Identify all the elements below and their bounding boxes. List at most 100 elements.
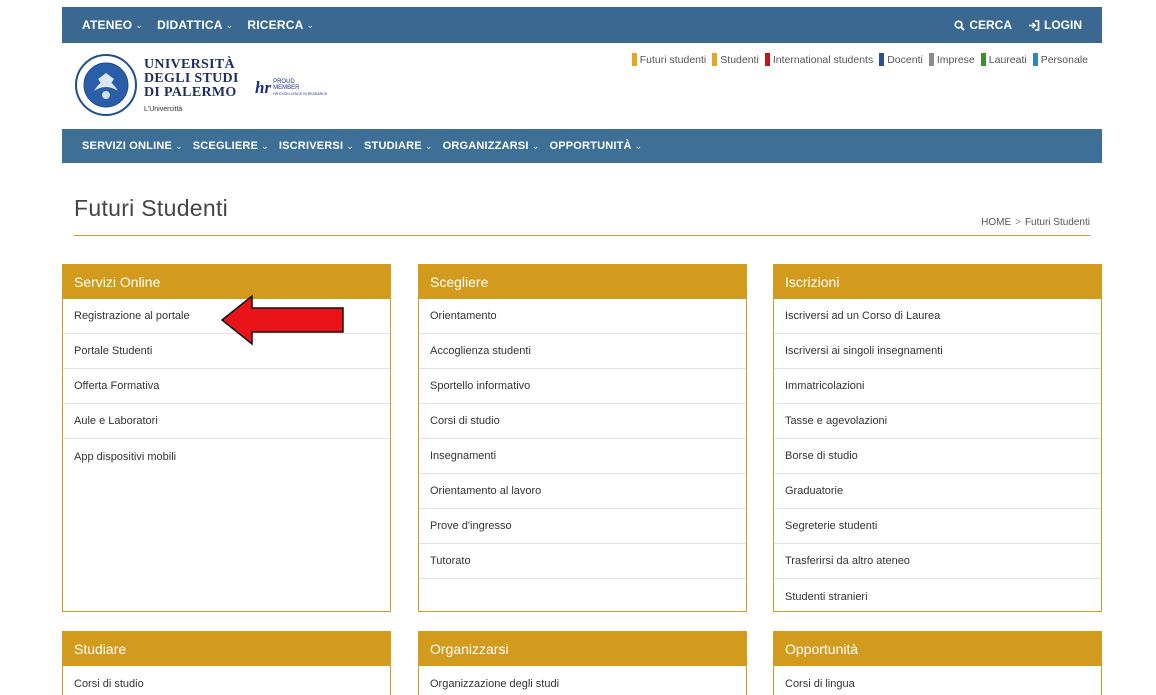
login-label: LOGIN <box>1044 18 1082 32</box>
chevron-down-icon: ⌄ <box>135 19 144 30</box>
audience-links: Futuri studenti Studenti International s… <box>631 53 1088 66</box>
audience-label: Laureati <box>988 53 1027 66</box>
card-link[interactable]: Iscriversi ad un Corso di Laurea <box>774 299 1101 334</box>
card-link[interactable]: Orientamento <box>419 299 746 334</box>
audience-personale[interactable]: Personale <box>1032 53 1088 66</box>
top-bar: ATENEO ⌄ DIDATTICA ⌄ RICERCA ⌄ CERCA LOG… <box>62 7 1102 43</box>
chevron-down-icon: ⌄ <box>634 140 643 151</box>
card-title: Organizzarsi <box>419 632 746 666</box>
card-link[interactable]: Iscriversi ai singoli insegnamenti <box>774 334 1101 369</box>
main-nav-label: SCEGLIERE <box>192 140 259 152</box>
main-nav-label: OPPORTUNITÀ <box>549 140 632 152</box>
main-nav-organizzarsi[interactable]: ORGANIZZARSI ⌄ <box>443 140 540 152</box>
search-link[interactable]: CERCA <box>954 18 1012 32</box>
title-divider <box>74 235 1090 236</box>
card-scegliere: Scegliere Orientamento Accoglienza stude… <box>418 264 747 612</box>
card-link[interactable]: Organizzazione degli studi <box>419 666 746 695</box>
top-nav-ricerca[interactable]: RICERCA ⌄ <box>247 18 314 32</box>
audience-laureati[interactable]: Laureati <box>980 53 1027 66</box>
card-link[interactable]: Immatricolazioni <box>774 369 1101 404</box>
site-header: UNIVERSITÀ DEGLI STUDI DI PALERMO L'Univ… <box>62 43 1102 129</box>
card-title: Opportunità <box>774 632 1101 666</box>
logo-tagline: L'Univercittà <box>144 105 183 113</box>
card-link[interactable]: Insegnamenti <box>419 439 746 474</box>
top-nav-didattica[interactable]: DIDATTICA ⌄ <box>157 18 233 32</box>
card-link[interactable]: Studenti stranieri <box>774 579 1101 614</box>
top-nav-label: DIDATTICA <box>157 18 223 32</box>
breadcrumb-current: Futuri Studenti <box>1024 217 1090 228</box>
card-link[interactable]: Segreterie studenti <box>774 509 1101 544</box>
card-organizzarsi: Organizzarsi Organizzazione degli studi <box>418 631 747 695</box>
card-link[interactable]: Corsi di lingua <box>774 666 1101 695</box>
card-link[interactable]: Graduatorie <box>774 474 1101 509</box>
main-nav-items: SERVIZI ONLINE ⌄ SCEGLIERE ⌄ ISCRIVERSI ⌄ S… <box>82 129 642 163</box>
audience-label: Personale <box>1040 53 1088 66</box>
audience-international-students[interactable]: International students <box>764 53 873 66</box>
logo-line-2: DEGLI STUDI <box>144 70 239 86</box>
card-opportunita: Opportunità Corsi di lingua <box>773 631 1102 695</box>
card-link[interactable]: Sportello informativo <box>419 369 746 404</box>
card-link[interactable]: Tutorato <box>419 544 746 579</box>
red-arrow-annotation <box>220 294 344 346</box>
audience-label: Docenti <box>887 53 923 66</box>
logo-line-3: DI PALERMO <box>144 84 237 100</box>
main-nav-opportunita[interactable]: OPPORTUNITÀ ⌄ <box>549 140 642 152</box>
audience-label: Imprese <box>936 53 975 66</box>
breadcrumb-separator: > <box>1015 217 1021 228</box>
top-nav-label: ATENEO <box>82 18 133 32</box>
card-link[interactable]: Tasse e agevolazioni <box>774 404 1101 439</box>
chevron-down-icon: ⌄ <box>225 19 234 30</box>
card-title: Scegliere <box>419 265 746 299</box>
card-link[interactable]: Corsi di studio <box>63 666 390 695</box>
breadcrumb: HOME > Futuri Studenti <box>981 217 1090 228</box>
audience-futuri-studenti[interactable]: Futuri studenti <box>631 53 707 66</box>
card-link[interactable]: Trasferirsi da altro ateneo <box>774 544 1101 579</box>
audience-docenti[interactable]: Docenti <box>879 53 923 66</box>
main-nav-scegliere[interactable]: SCEGLIERE ⌄ <box>193 140 269 152</box>
main-nav-label: SERVIZI ONLINE <box>82 140 172 152</box>
audience-color-bar <box>631 53 637 66</box>
hr-text: PROUD MEMBER HR EXCELLENCE IN RESEARCH <box>273 79 327 97</box>
page-title: Futuri Studenti <box>74 195 229 221</box>
chevron-down-icon: ⌄ <box>306 19 315 30</box>
breadcrumb-home[interactable]: HOME <box>981 217 1011 228</box>
card-link[interactable]: Aule e Laboratori <box>63 404 390 439</box>
audience-color-bar <box>712 53 718 66</box>
audience-imprese[interactable]: Imprese <box>928 53 975 66</box>
card-link[interactable]: Corsi di studio <box>419 404 746 439</box>
card-title: Iscrizioni <box>774 265 1101 299</box>
card-link[interactable]: App dispositivi mobili <box>63 439 390 474</box>
card-link[interactable]: Prove d'ingresso <box>419 509 746 544</box>
chevron-down-icon: ⌄ <box>261 140 269 151</box>
audience-color-bar <box>879 53 885 66</box>
search-icon <box>954 19 966 31</box>
card-link[interactable]: Borse di studio <box>774 439 1101 474</box>
audience-color-bar <box>1032 53 1038 66</box>
main-nav-studiare[interactable]: STUDIARE ⌄ <box>364 140 433 152</box>
chevron-down-icon: ⌄ <box>346 140 354 151</box>
audience-studenti[interactable]: Studenti <box>712 53 759 66</box>
card-link[interactable]: Orientamento al lavoro <box>419 474 746 509</box>
card-link[interactable]: Offerta Formativa <box>63 369 390 404</box>
university-seal-icon <box>75 54 137 116</box>
top-actions: CERCA LOGIN <box>954 7 1082 43</box>
hr-mark: hr <box>255 78 272 97</box>
main-nav-label: ISCRIVERSI <box>278 140 344 152</box>
login-icon <box>1029 19 1040 31</box>
main-nav-iscriversi[interactable]: ISCRIVERSI ⌄ <box>279 140 354 152</box>
search-label: CERCA <box>969 18 1012 32</box>
chevron-down-icon: ⌄ <box>531 140 540 151</box>
hr-excellence-logo[interactable]: hr PROUD MEMBER HR EXCELLENCE IN RESEARC… <box>255 79 327 97</box>
top-nav-ateneo[interactable]: ATENEO ⌄ <box>82 18 143 32</box>
audience-color-bar <box>980 53 986 66</box>
audience-label: Futuri studenti <box>639 53 707 66</box>
card-link[interactable]: Accoglienza studenti <box>419 334 746 369</box>
audience-color-bar <box>764 53 770 66</box>
login-link[interactable]: LOGIN <box>1028 18 1082 32</box>
main-nav-label: ORGANIZZARSI <box>442 140 529 152</box>
main-nav-servizi-online[interactable]: SERVIZI ONLINE ⌄ <box>82 140 183 152</box>
top-nav: ATENEO ⌄ DIDATTICA ⌄ RICERCA ⌄ <box>82 7 314 43</box>
card-iscrizioni: Iscrizioni Iscriversi ad un Corso di Lau… <box>773 264 1102 612</box>
university-logo[interactable]: UNIVERSITÀ DEGLI STUDI DI PALERMO L'Univ… <box>74 53 239 117</box>
audience-color-bar <box>928 53 934 66</box>
